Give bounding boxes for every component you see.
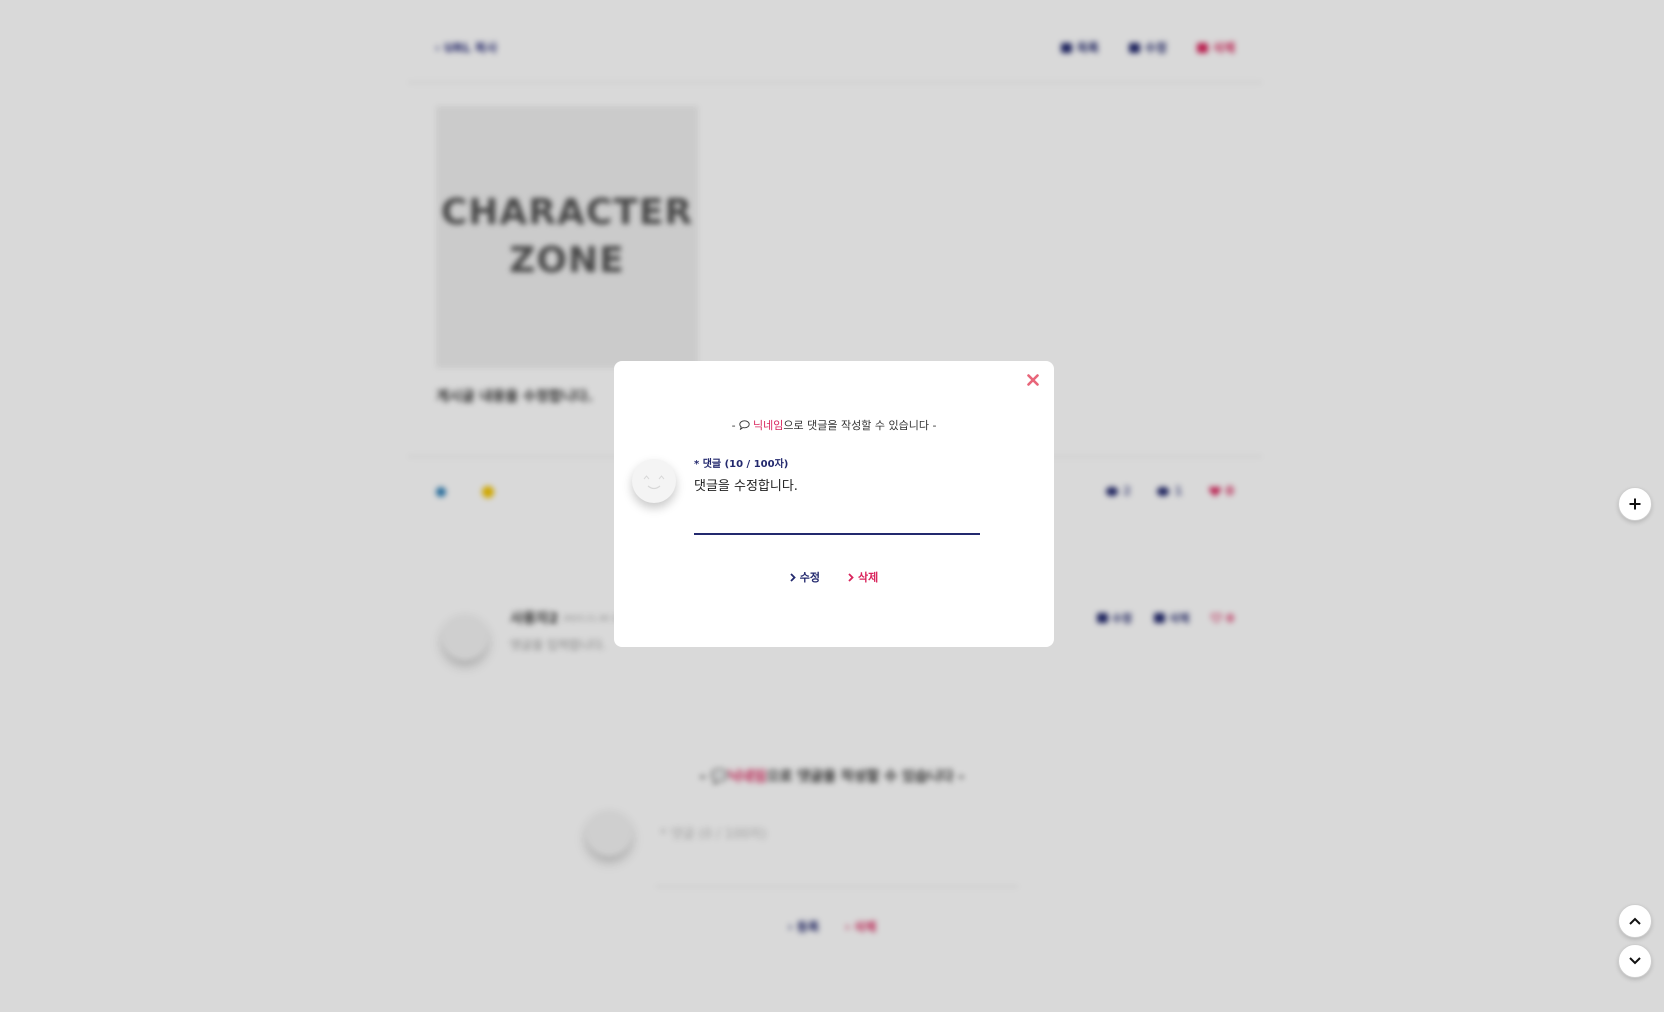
comment-input-underline [694,533,980,535]
modal-notice-suffix: 으로 댓글을 작성할 수 있습니다 - [783,419,937,432]
close-button[interactable] [1024,371,1042,389]
save-edit-button[interactable]: 수정 [790,569,820,585]
chevron-right-icon [848,572,854,582]
edit-comment-modal: - 닉네임으로 댓글을 작성할 수 있습니다 - * 댓글 (10 / 100자… [614,361,1054,647]
save-edit-label: 수정 [799,571,820,584]
delete-button[interactable]: 삭제 [848,569,878,585]
chevron-right-icon [790,572,796,582]
close-icon [1027,374,1039,386]
modal-notice: - 닉네임으로 댓글을 작성할 수 있습니다 - [614,417,1054,433]
chevron-up-icon [1629,917,1641,925]
avatar [632,459,676,503]
smile-face-icon [643,475,665,490]
modal-notice-prefix: - [731,419,740,432]
chevron-down-icon [1629,957,1641,965]
comment-edit-input[interactable] [694,473,980,495]
delete-label: 삭제 [858,571,879,584]
scroll-top-button[interactable] [1618,904,1652,938]
chat-bubble-icon [739,420,750,431]
scroll-bottom-button[interactable] [1618,944,1652,978]
add-button[interactable] [1618,487,1652,521]
comment-field-label: * 댓글 (10 / 100자) [694,459,789,470]
modal-buttons: 수정 삭제 [614,569,1054,585]
plus-icon [1629,498,1641,510]
modal-notice-nick: 닉네임 [753,419,784,432]
